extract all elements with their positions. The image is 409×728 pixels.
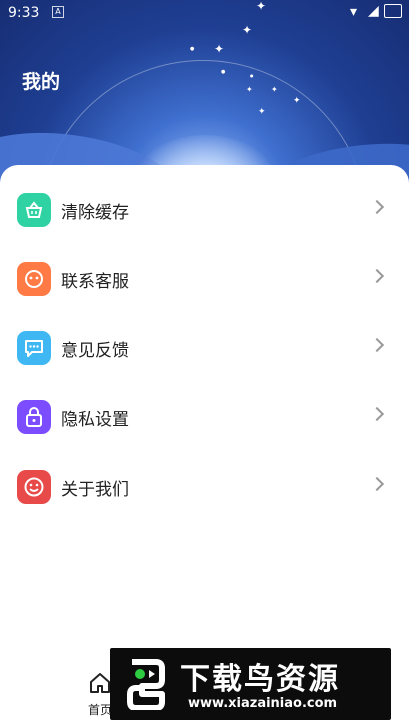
star-icon: ✦ — [258, 107, 266, 117]
chevron-right-icon — [369, 337, 385, 353]
menu-item-label: 关于我们 — [61, 480, 129, 500]
service-face-icon — [17, 262, 51, 296]
smile-icon — [17, 470, 51, 504]
star-icon: ● — [250, 73, 254, 78]
watermark-banner: 下载鸟资源 www.xiazainiao.com — [110, 648, 391, 720]
chevron-right-icon — [369, 199, 385, 215]
menu-item-label: 联系客服 — [61, 272, 129, 292]
settings-card: 清除缓存 联系客服 意见反馈 隐私设置 关于我们 — [0, 165, 409, 728]
basket-icon — [17, 193, 51, 227]
status-bar: 9:33 A ▾ ◢ — [0, 0, 409, 28]
bird-logo-icon — [120, 658, 172, 710]
menu-item-label: 隐私设置 — [61, 410, 129, 430]
notification-icon: A — [52, 6, 64, 18]
star-icon: ✦ — [271, 85, 278, 94]
profile-header-banner: ✦ ✦ ✦ ● ● ✦ ✦ ✦ ✦ ● — [0, 0, 409, 190]
menu-item-contact-service[interactable]: 联系客服 — [0, 249, 409, 309]
chat-icon — [17, 331, 51, 365]
menu-item-label: 清除缓存 — [61, 203, 129, 223]
home-icon — [90, 673, 110, 693]
menu-item-clear-cache[interactable]: 清除缓存 — [0, 180, 409, 240]
status-time: 9:33 — [8, 5, 40, 21]
wifi-icon: ▾ — [350, 4, 358, 20]
menu-item-about-us[interactable]: 关于我们 — [0, 457, 409, 517]
menu-item-privacy-settings[interactable]: 隐私设置 — [0, 387, 409, 447]
menu-item-label: 意见反馈 — [61, 341, 129, 361]
star-icon: ● — [190, 46, 195, 52]
page-title: 我的 — [22, 71, 61, 93]
star-icon: ● — [221, 69, 226, 75]
star-icon: ✦ — [293, 96, 301, 106]
battery-icon — [384, 4, 402, 18]
watermark-url: www.xiazainiao.com — [188, 696, 338, 711]
chevron-right-icon — [369, 406, 385, 422]
watermark-title: 下载鸟资源 — [180, 662, 340, 697]
chevron-right-icon — [369, 268, 385, 284]
menu-item-feedback[interactable]: 意见反馈 — [0, 318, 409, 378]
star-icon: ✦ — [246, 85, 253, 94]
lock-icon — [17, 400, 51, 434]
signal-icon: ◢ — [368, 3, 379, 19]
star-icon: ✦ — [214, 42, 225, 56]
chevron-right-icon — [369, 476, 385, 492]
